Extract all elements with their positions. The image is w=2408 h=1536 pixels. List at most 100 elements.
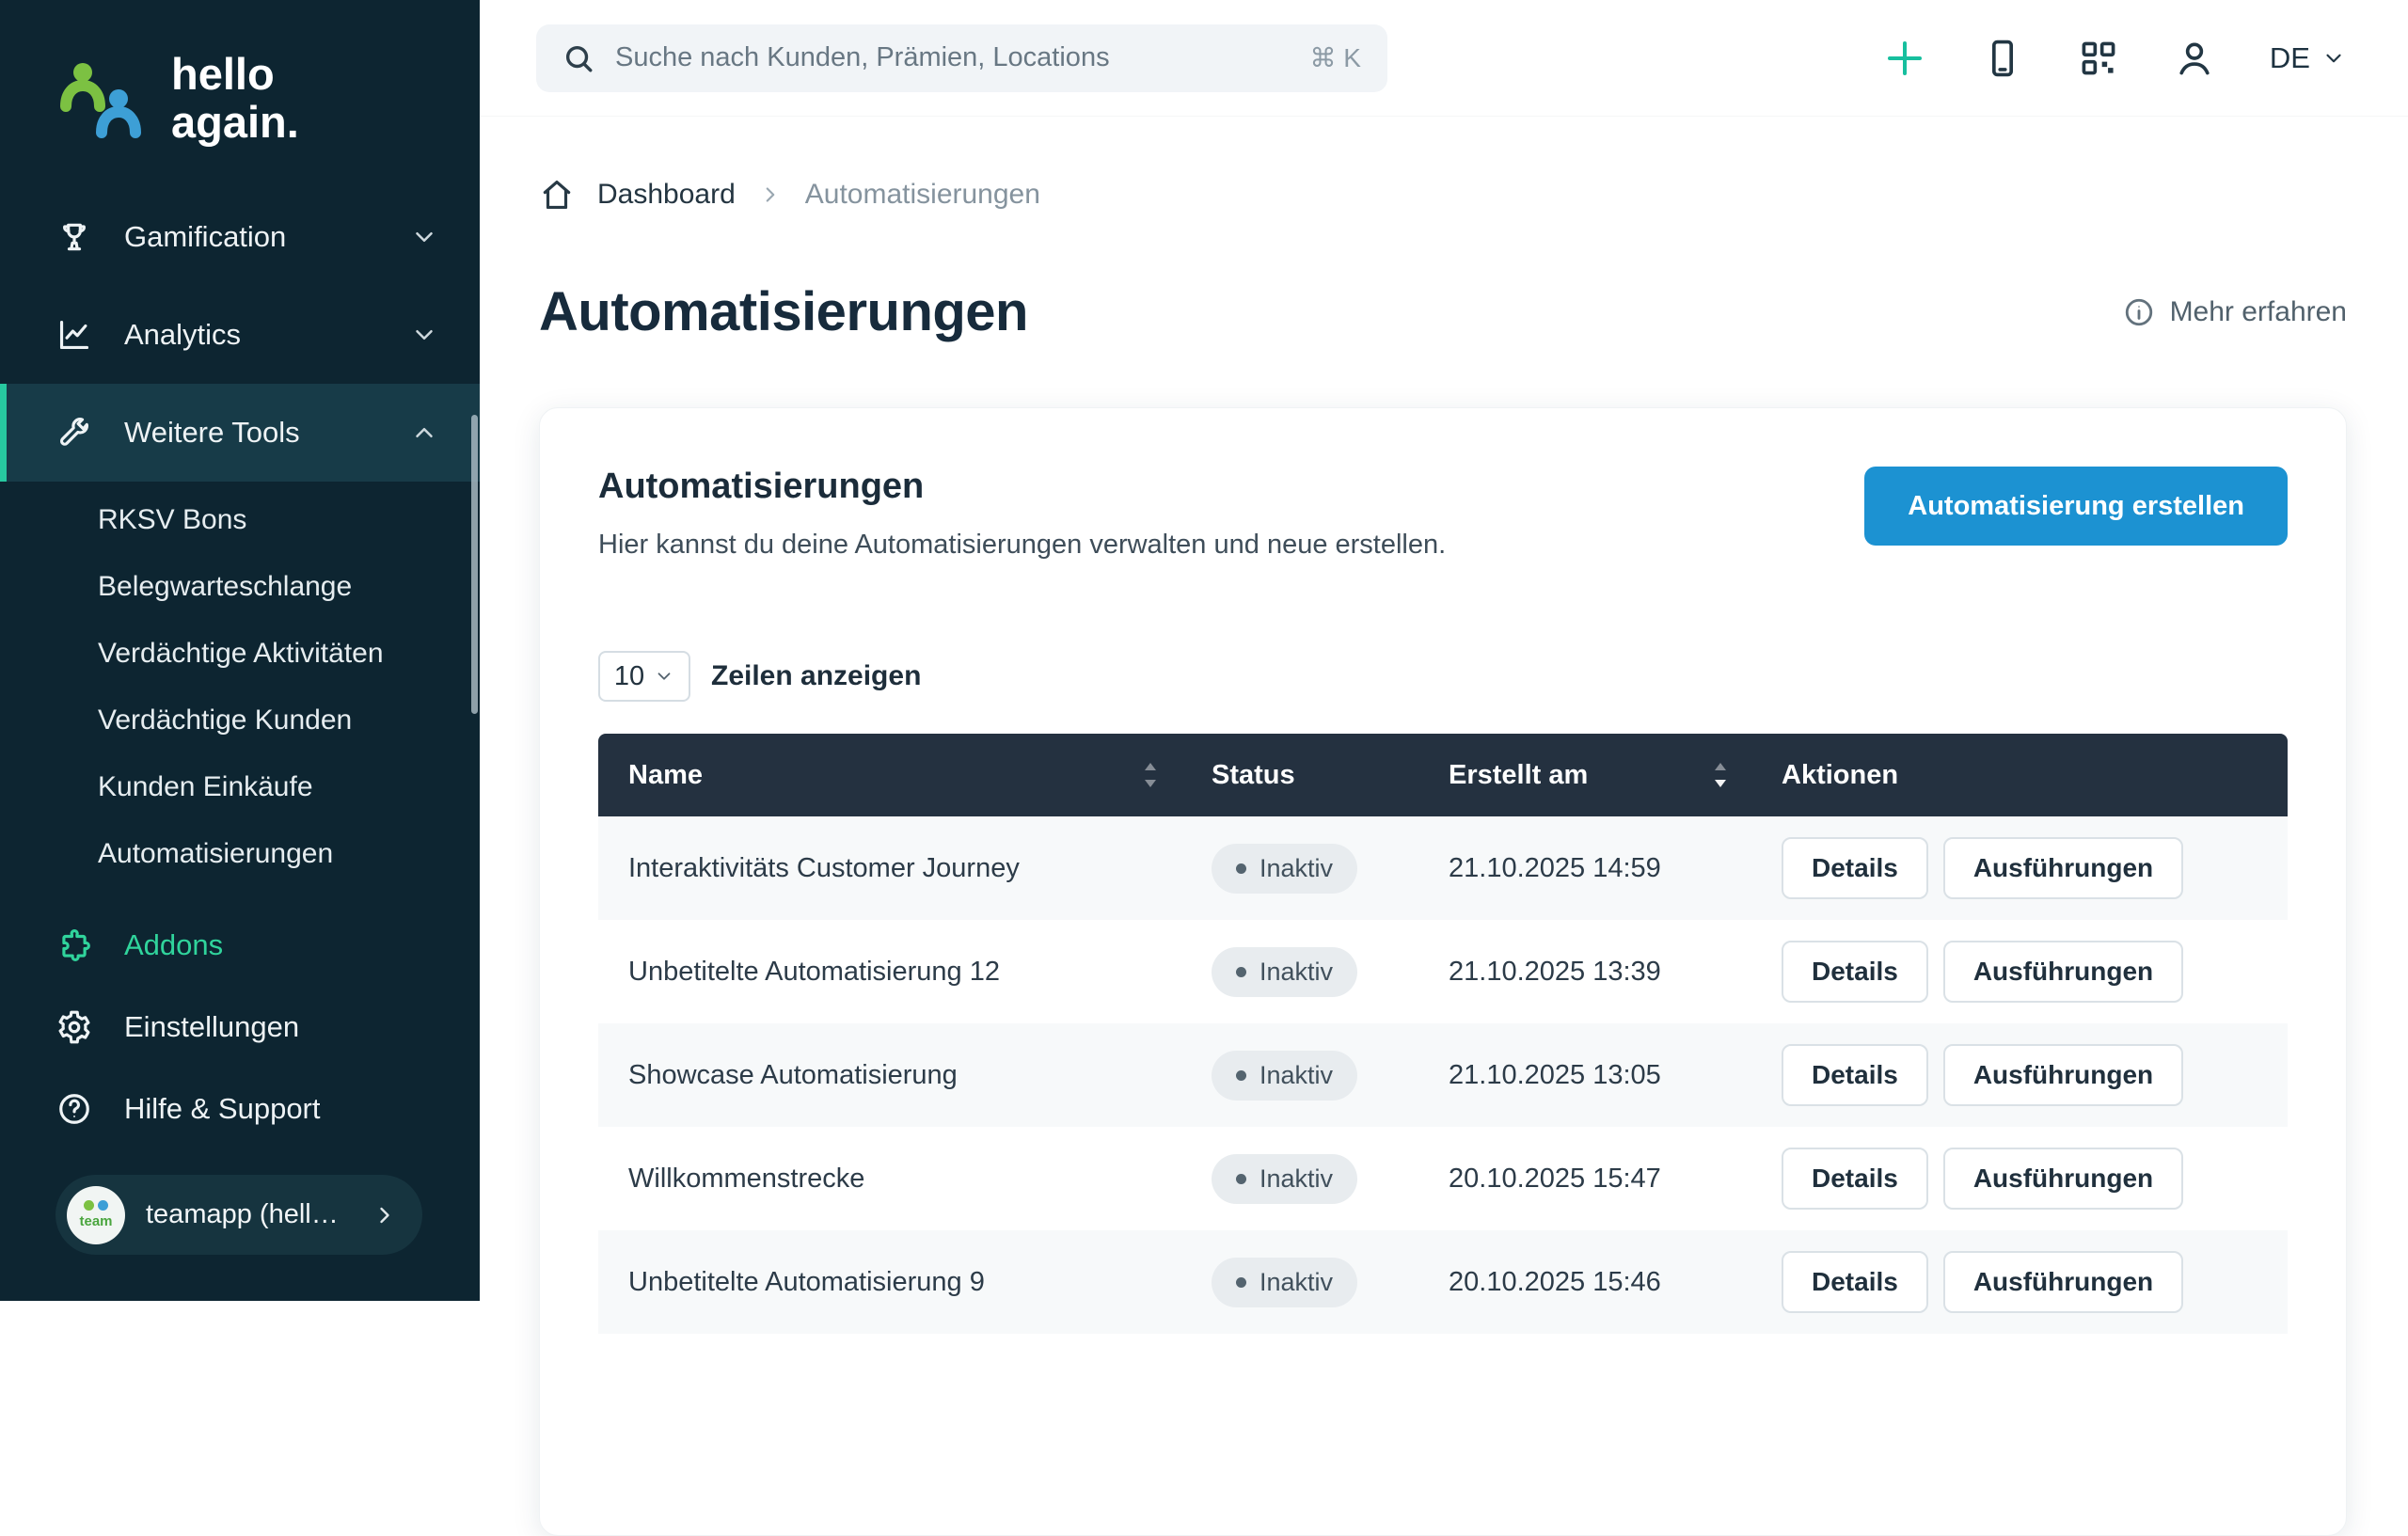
create-new-button[interactable] bbox=[1882, 36, 1927, 81]
chevron-right-icon bbox=[372, 1202, 398, 1228]
executions-button[interactable]: Ausführungen bbox=[1943, 941, 2183, 1003]
chevron-down-icon bbox=[410, 223, 438, 251]
sidebar-subitem[interactable]: Kunden Einkäufe bbox=[0, 754, 480, 821]
learn-more-link[interactable]: Mehr erfahren bbox=[2123, 296, 2347, 328]
table-row: Interaktivitäts Customer Journey Inaktiv… bbox=[598, 816, 2288, 920]
sort-icon[interactable] bbox=[1138, 760, 1163, 790]
qr-code-icon bbox=[2078, 38, 2119, 79]
executions-button[interactable]: Ausführungen bbox=[1943, 837, 2183, 899]
tools-icon bbox=[56, 415, 92, 451]
details-button[interactable]: Details bbox=[1782, 837, 1928, 899]
details-button[interactable]: Details bbox=[1782, 1148, 1928, 1210]
column-header-name: Name bbox=[598, 760, 1181, 791]
gamification-icon bbox=[56, 219, 92, 255]
sidebar-subitem[interactable]: Belegwarteschlange bbox=[0, 554, 480, 621]
rows-per-page-label: Zeilen anzeigen bbox=[711, 660, 921, 692]
status-badge: Inaktiv bbox=[1212, 947, 1357, 997]
status-label: Inaktiv bbox=[1259, 958, 1333, 987]
card-subtitle: Hier kannst du deine Automatisierungen v… bbox=[598, 530, 1446, 561]
sort-icon[interactable] bbox=[1708, 760, 1733, 790]
chevron-down-icon bbox=[2321, 46, 2346, 71]
status-badge: Inaktiv bbox=[1212, 844, 1357, 894]
automation-name: Unbetitelte Automatisierung 9 bbox=[598, 1267, 1181, 1298]
column-header-erstellt-am: Erstellt am bbox=[1418, 760, 1751, 791]
mobile-app-button[interactable] bbox=[1982, 38, 2023, 79]
sidebar-item-label: Gamification bbox=[124, 220, 286, 254]
sidebar-item-gamification[interactable]: Gamification bbox=[0, 188, 480, 286]
created-at: 20.10.2025 15:46 bbox=[1418, 1267, 1751, 1298]
rows-per-page-select[interactable]: 10 bbox=[598, 651, 690, 702]
automations-table: Name Status Erstellt am bbox=[598, 734, 2288, 1334]
sidebar-item-addons[interactable]: Addons bbox=[0, 905, 480, 987]
sidebar-footer-group: Addons Einstellungen Hilfe & Support bbox=[0, 905, 480, 1150]
chevron-up-icon bbox=[410, 419, 438, 447]
sidebar-subitem[interactable]: RKSV Bons bbox=[0, 487, 480, 554]
breadcrumb-dashboard[interactable]: Dashboard bbox=[597, 179, 736, 211]
sidebar-subitem[interactable]: Verdächtige Aktivitäten bbox=[0, 621, 480, 688]
executions-button[interactable]: Ausführungen bbox=[1943, 1044, 2183, 1106]
home-icon[interactable] bbox=[539, 177, 575, 213]
table-header: Name Status Erstellt am bbox=[598, 734, 2288, 816]
status-label: Inaktiv bbox=[1259, 1164, 1333, 1194]
hello-again-logo-icon bbox=[56, 54, 147, 144]
details-button[interactable]: Details bbox=[1782, 1251, 1928, 1313]
status-label: Inaktiv bbox=[1259, 854, 1333, 883]
sidebar-item-weitere-tools[interactable]: Weitere Tools bbox=[0, 384, 480, 482]
user-menu[interactable]: team teamapp (hello a... bbox=[55, 1175, 422, 1255]
language-selector[interactable]: DE bbox=[2270, 41, 2346, 75]
search-input[interactable] bbox=[615, 42, 1290, 73]
info-icon bbox=[2123, 296, 2155, 328]
created-at: 21.10.2025 13:39 bbox=[1418, 957, 1751, 988]
create-automation-button[interactable]: Automatisierung erstellen bbox=[1864, 467, 2288, 546]
status-dot bbox=[1236, 967, 1246, 977]
card-header: Automatisierungen Hier kannst du deine A… bbox=[598, 467, 2288, 561]
details-button[interactable]: Details bbox=[1782, 1044, 1928, 1106]
qr-code-button[interactable] bbox=[2078, 38, 2119, 79]
created-at: 21.10.2025 14:59 bbox=[1418, 853, 1751, 884]
gear-icon bbox=[56, 1009, 92, 1045]
executions-button[interactable]: Ausführungen bbox=[1943, 1251, 2183, 1313]
logo[interactable]: hello again. bbox=[0, 0, 480, 147]
executions-button[interactable]: Ausführungen bbox=[1943, 1148, 2183, 1210]
automation-name: Showcase Automatisierung bbox=[598, 1060, 1181, 1091]
sidebar-subitems: RKSV BonsBelegwarteschlangeVerdächtige A… bbox=[0, 482, 480, 892]
automation-name: Interaktivitäts Customer Journey bbox=[598, 853, 1181, 884]
created-at: 20.10.2025 15:47 bbox=[1418, 1164, 1751, 1195]
status-label: Inaktiv bbox=[1259, 1061, 1333, 1090]
table-row: Showcase Automatisierung Inaktiv 21.10.2… bbox=[598, 1023, 2288, 1127]
status-dot bbox=[1236, 1174, 1246, 1184]
topbar: ⌘ K DE bbox=[480, 0, 2408, 117]
column-header-status: Status bbox=[1181, 760, 1418, 791]
logo-text: hello again. bbox=[171, 51, 299, 147]
analytics-icon bbox=[56, 317, 92, 353]
chevron-down-icon bbox=[410, 321, 438, 349]
status-badge: Inaktiv bbox=[1212, 1051, 1357, 1101]
sidebar-item-analytics[interactable]: Analytics bbox=[0, 286, 480, 384]
details-button[interactable]: Details bbox=[1782, 941, 1928, 1003]
rows-per-page-value: 10 bbox=[614, 661, 644, 692]
search-icon bbox=[562, 42, 594, 74]
avatar-logo-dots bbox=[84, 1200, 108, 1211]
app-window: hello again. Gamification Analytics bbox=[0, 0, 2408, 1301]
automation-name: Willkommenstrecke bbox=[598, 1164, 1181, 1195]
sidebar-subitem[interactable]: Verdächtige Kunden bbox=[0, 688, 480, 754]
sidebar-nav: Gamification Analytics Weitere Tools RKS… bbox=[0, 188, 480, 1150]
learn-more-label: Mehr erfahren bbox=[2170, 296, 2347, 328]
status-badge: Inaktiv bbox=[1212, 1154, 1357, 1204]
chevron-right-icon bbox=[758, 182, 783, 207]
sidebar-scrollbar[interactable] bbox=[471, 415, 478, 714]
sidebar-item-hilfe-support[interactable]: Hilfe & Support bbox=[0, 1069, 480, 1150]
addons-icon bbox=[56, 927, 92, 963]
search-box[interactable]: ⌘ K bbox=[536, 24, 1387, 92]
account-button[interactable] bbox=[2174, 38, 2215, 79]
sidebar-subitem[interactable]: Automatisierungen bbox=[0, 821, 480, 888]
status-badge: Inaktiv bbox=[1212, 1258, 1357, 1307]
sidebar-item-einstellungen[interactable]: Einstellungen bbox=[0, 987, 480, 1069]
user-name: teamapp (hello a... bbox=[146, 1199, 351, 1230]
column-header-aktionen: Aktionen bbox=[1751, 760, 2288, 791]
mobile-icon bbox=[1982, 38, 2023, 79]
sidebar: hello again. Gamification Analytics bbox=[0, 0, 480, 1301]
automation-name: Unbetitelte Automatisierung 12 bbox=[598, 957, 1181, 988]
avatar: team bbox=[67, 1186, 125, 1244]
page-content: Dashboard Automatisierungen Automatisier… bbox=[480, 117, 2408, 1536]
